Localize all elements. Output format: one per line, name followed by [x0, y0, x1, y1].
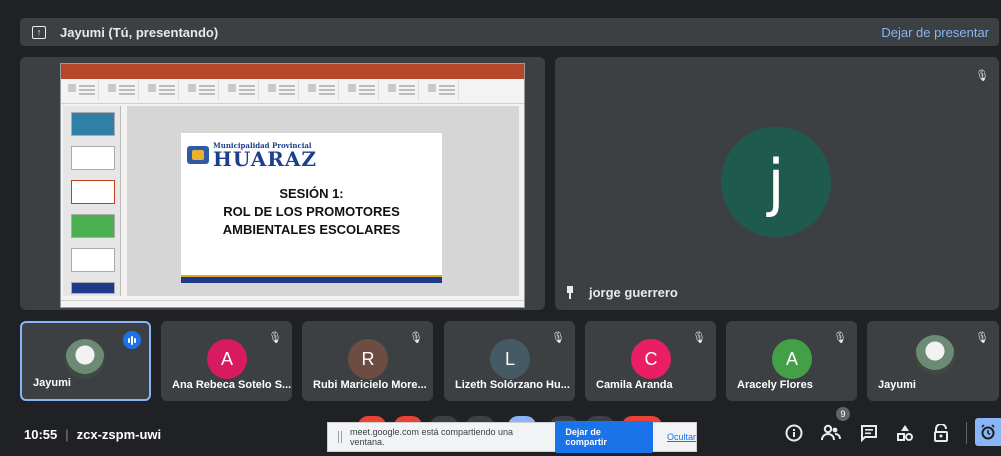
participant-tile[interactable]: 🎙 L Lizeth Solórzano Hu...: [444, 321, 575, 401]
slide-canvas: Municipalidad Provincial HUARAZ SESIÓN 1…: [127, 106, 519, 296]
featured-participant-tile[interactable]: 🎙 j jorge guerrero: [555, 57, 999, 310]
stop-sharing-button[interactable]: Dejar de compartir: [555, 421, 653, 453]
stop-presenting-button[interactable]: Dejar de presentar: [881, 25, 989, 40]
logo-title: HUARAZ: [213, 147, 317, 171]
muted-mic-icon: 🎙: [975, 332, 989, 344]
people-button[interactable]: [820, 422, 842, 444]
participant-name: Camila Aranda: [596, 379, 673, 391]
muted-mic-icon: 🎙: [975, 70, 989, 82]
muted-mic-icon: 🎙: [833, 332, 847, 344]
participant-name: Jayumi: [878, 379, 916, 391]
presentation-bar: ↑ Jayumi (Tú, presentando) Dejar de pres…: [20, 18, 999, 46]
slide-line-2: ROL DE LOS PROMOTORES: [223, 204, 400, 219]
participant-avatar: A: [772, 339, 812, 379]
participant-tile[interactable]: 🎙 A Ana Rebeca Sotelo S...: [161, 321, 292, 401]
muted-mic-icon: 🎙: [268, 332, 282, 344]
municipality-logo: Municipalidad Provincial HUARAZ: [187, 141, 317, 171]
current-slide: Municipalidad Provincial HUARAZ SESIÓN 1…: [181, 133, 442, 283]
slide-thumbnails: [63, 106, 121, 296]
ppt-titlebar: [61, 64, 524, 73]
participant-name: Lizeth Solórzano Hu...: [455, 379, 570, 391]
participant-avatar: R: [348, 339, 388, 379]
muted-mic-icon: 🎙: [409, 332, 423, 344]
participant-avatar: C: [631, 339, 671, 379]
slide-footer-band: [181, 275, 442, 283]
people-count-badge: 9: [836, 407, 850, 421]
slide-heading: SESIÓN 1: ROL DE LOS PROMOTORES AMBIENTA…: [181, 185, 442, 239]
slide-line-1: SESIÓN 1:: [279, 186, 344, 201]
time-label: 10:55: [24, 427, 58, 442]
participant-tile[interactable]: 🎙 C Camila Aranda: [585, 321, 716, 401]
shared-screen-tile: Municipalidad Provincial HUARAZ SESIÓN 1…: [20, 57, 545, 310]
powerpoint-window: Municipalidad Provincial HUARAZ SESIÓN 1…: [60, 63, 525, 308]
participant-name: Ana Rebeca Sotelo S...: [172, 379, 292, 391]
participant-tile-jayumi[interactable]: Jayumi: [20, 321, 151, 401]
participant-avatar: A: [207, 339, 247, 379]
presenter-label: Jayumi (Tú, presentando): [60, 24, 219, 40]
clock-panel-button[interactable]: [975, 418, 1001, 446]
share-notice-text: meet.google.com está compartiendo una ve…: [349, 427, 514, 447]
ppt-ribbon: [61, 79, 524, 104]
crest-icon: [187, 145, 209, 164]
people-icon: [821, 424, 841, 441]
ppt-statusbar: [61, 300, 524, 307]
speaking-indicator-icon: [123, 331, 141, 349]
hide-notice-link[interactable]: Ocultar: [667, 432, 696, 442]
lock-person-icon: [934, 424, 948, 442]
participant-photo: [915, 335, 955, 375]
participant-tile-jayumi-self[interactable]: 🎙 Jayumi: [867, 321, 999, 401]
info-icon: [785, 424, 803, 442]
participant-tile[interactable]: 🎙 A Aracely Flores: [726, 321, 857, 401]
activities-button[interactable]: [894, 422, 916, 444]
participant-photo: [65, 339, 105, 379]
muted-mic-icon: 🎙: [692, 332, 706, 344]
meeting-code: zcx-zspm-uwi: [76, 427, 162, 442]
featured-avatar: j: [721, 127, 831, 237]
participant-name: Rubi Maricielo More...: [313, 379, 427, 391]
present-screen-icon: ↑: [32, 25, 46, 39]
top-strip: [0, 0, 1001, 10]
alarm-clock-icon: [981, 424, 995, 440]
host-controls-button[interactable]: [930, 422, 952, 444]
screen-share-notice: meet.google.com está compartiendo una ve…: [327, 421, 697, 453]
meeting-clock: 10:55 | zcx-zspm-uwi: [24, 427, 162, 442]
toolbar-divider: [966, 422, 967, 444]
slide-line-3: AMBIENTALES ESCOLARES: [222, 222, 401, 237]
participant-name: Aracely Flores: [737, 379, 813, 391]
participant-name: Jayumi: [33, 377, 71, 389]
drag-handle-icon[interactable]: [338, 431, 342, 443]
pin-icon[interactable]: [565, 286, 575, 299]
participant-avatar: L: [490, 339, 530, 379]
featured-name: jorge guerrero: [589, 285, 678, 300]
chat-button[interactable]: [858, 422, 880, 444]
meeting-details-button[interactable]: [783, 422, 805, 444]
chat-icon: [861, 425, 877, 442]
participant-tile[interactable]: 🎙 R Rubi Maricielo More...: [302, 321, 433, 401]
activities-icon: [897, 425, 913, 441]
muted-mic-icon: 🎙: [551, 332, 565, 344]
